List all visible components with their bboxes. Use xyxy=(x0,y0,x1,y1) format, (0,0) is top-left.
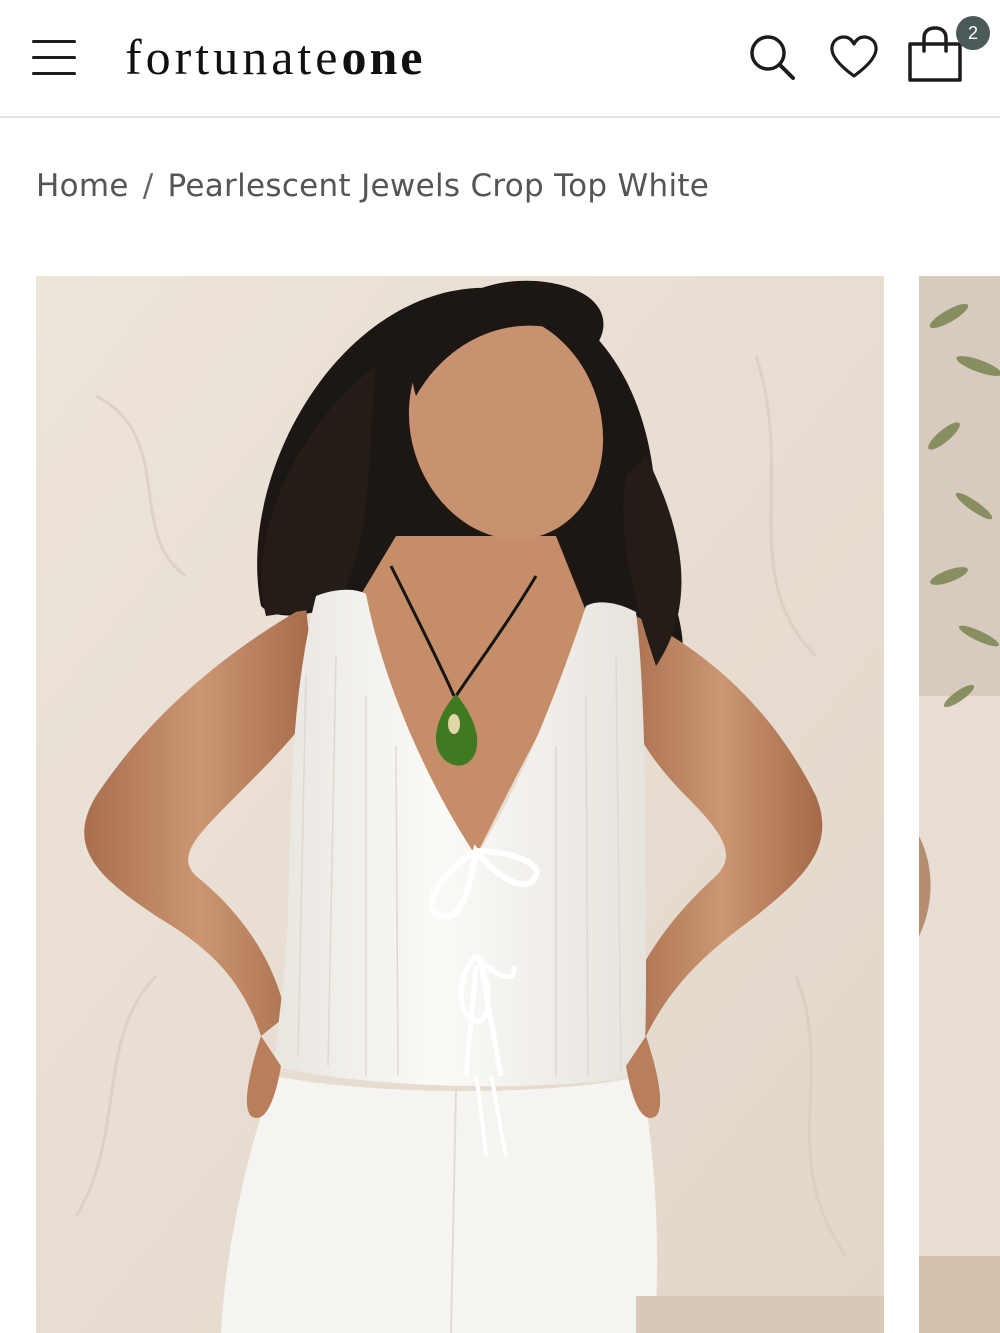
heart-icon xyxy=(830,35,878,78)
product-photo-partial xyxy=(919,276,1000,1333)
search-icon xyxy=(750,35,795,80)
breadcrumb-separator: / xyxy=(142,168,154,204)
search-button[interactable] xyxy=(744,30,800,86)
cart-count-badge: 2 xyxy=(956,16,990,50)
product-photo xyxy=(36,276,884,1333)
hamburger-menu-icon xyxy=(32,40,76,43)
breadcrumb-home-link[interactable]: Home xyxy=(36,168,129,204)
menu-icon-line xyxy=(32,56,76,59)
product-image-gallery[interactable] xyxy=(36,276,1000,1333)
site-logo[interactable]: fortunateone xyxy=(125,24,425,90)
menu-icon-line xyxy=(32,72,76,75)
product-image-next[interactable] xyxy=(919,276,1000,1333)
breadcrumb-current: Pearlescent Jewels Crop Top White xyxy=(167,168,710,204)
site-header: fortunateone 2 xyxy=(0,0,1000,118)
menu-button[interactable] xyxy=(30,38,78,78)
breadcrumb: Home / Pearlescent Jewels Crop Top White xyxy=(36,160,709,212)
product-image-main[interactable] xyxy=(36,276,884,1333)
logo-text-light: fortunate xyxy=(125,29,342,85)
wishlist-button[interactable] xyxy=(826,32,882,84)
logo-text-bold: one xyxy=(341,29,426,85)
